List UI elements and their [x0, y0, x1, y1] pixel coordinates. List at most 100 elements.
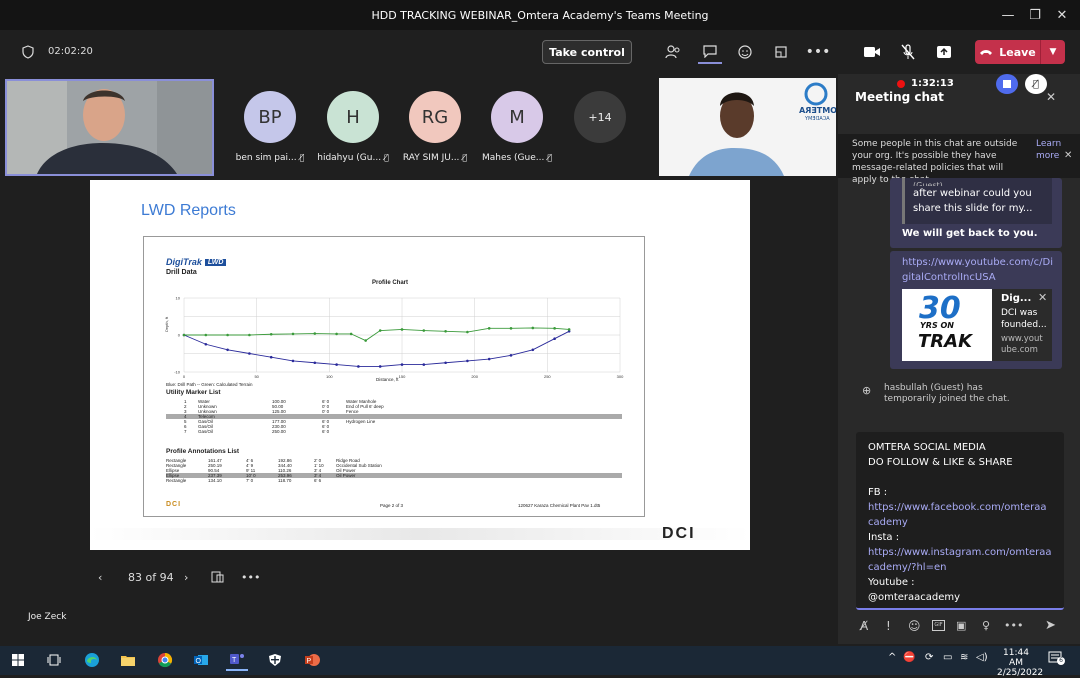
dci-footer-logo: DCI [166, 501, 182, 508]
participant-tile[interactable]: BP ben sim pai... 🎙̸ [225, 91, 315, 163]
preview-thumbnail: 30 YRS ON TRAK [902, 289, 992, 361]
more-options-icon[interactable]: ••• [806, 40, 831, 64]
task-view-icon[interactable] [43, 649, 65, 671]
edge-icon[interactable] [81, 649, 103, 671]
clock[interactable]: 11:44 AM 2/25/2022 [997, 648, 1043, 678]
slide-footer-band [90, 528, 750, 540]
x-tick-label: 0 [183, 374, 186, 379]
stop-recording-button[interactable] [996, 74, 1018, 94]
avatar: M [491, 91, 543, 143]
data-point [567, 328, 571, 331]
meeting-timer: 02:02:20 [48, 46, 93, 57]
participant-tile[interactable]: RG RAY SIM JU... 🎙̸ [390, 91, 480, 163]
people-icon[interactable] [661, 40, 685, 64]
more-participants-count: +14 [574, 91, 626, 143]
mic-muted-icon[interactable]: 🎙̸ [1025, 74, 1047, 94]
send-icon[interactable]: ➤ [1045, 618, 1056, 633]
data-point [487, 327, 491, 330]
notifications-icon[interactable]: 6 [1048, 651, 1065, 668]
participant-tile[interactable]: H hidahyu (Gu... 🎙̸ [308, 91, 398, 163]
recording-time: 1:32:13 [911, 78, 954, 89]
chat-message[interactable]: (Guest) after webinar could you share th… [890, 178, 1062, 248]
more-participants[interactable]: +14 [555, 91, 645, 143]
rooms-icon[interactable] [769, 40, 793, 64]
leave-button[interactable]: Leave ▼ [975, 40, 1065, 64]
y-tick-label: -10 [174, 370, 181, 375]
close-window-button[interactable]: ✕ [1044, 0, 1080, 30]
chat-compose-box[interactable]: OMTERA SOCIAL MEDIA DO FOLLOW & LIKE & S… [856, 432, 1064, 610]
tray-sync-icon[interactable]: ⟳ [925, 652, 933, 663]
share-screen-icon[interactable] [932, 40, 956, 64]
participant-tile[interactable]: M Mahes (Gue... 🎙̸ [472, 91, 562, 163]
learn-more-link[interactable]: Learn more [1036, 138, 1064, 162]
powerpoint-icon[interactable]: P [301, 649, 323, 671]
close-notice-icon[interactable]: ✕ [1064, 150, 1072, 161]
table-cell: 6' 6 [314, 478, 322, 483]
close-panel-icon[interactable]: ✕ [1046, 90, 1056, 104]
close-preview-icon[interactable]: ✕ [1038, 291, 1047, 304]
instagram-link[interactable]: https://www.instagram.com/omteraacademy/… [868, 545, 1052, 575]
data-point [204, 342, 208, 346]
previous-slide-button[interactable]: ‹ [98, 568, 102, 586]
mic-muted-icon[interactable] [896, 40, 920, 64]
link-preview-card[interactable]: 30 YRS ON TRAK Dig... DCI was founded...… [902, 289, 1052, 361]
chevron-down-icon[interactable]: ▼ [1041, 47, 1065, 57]
emoji-icon[interactable]: ☺ [908, 619, 921, 633]
shield-icon[interactable] [16, 40, 40, 64]
legend-note: Blue: Drill Path -- Green: Calculated Te… [166, 382, 253, 387]
youtube-link[interactable]: https://www.youtube.com/c/DigitalControl… [902, 255, 1054, 285]
take-control-button[interactable]: Take control [542, 40, 632, 64]
participant-name: ben sim pai... [235, 153, 297, 163]
data-point [378, 329, 382, 332]
gif-icon[interactable]: GIF [932, 620, 945, 631]
file-explorer-icon[interactable] [117, 649, 139, 671]
mic-muted-icon: 🎙̸ [299, 153, 305, 162]
tray-chevron-icon[interactable]: ^ [888, 652, 896, 663]
thumb-brand: TRAK [918, 331, 973, 352]
quoted-text: after webinar could you share this slide… [913, 188, 1033, 214]
reactions-icon[interactable] [733, 40, 757, 64]
data-point [531, 326, 535, 330]
next-slide-button[interactable]: › [184, 568, 188, 586]
presenter-name: Joe Zeck [28, 612, 67, 622]
format-icon[interactable]: A̸ [860, 619, 868, 633]
data-point [226, 348, 229, 352]
card-description: DCI was founded... [1001, 308, 1047, 330]
teams-icon[interactable]: T [226, 649, 248, 671]
important-icon[interactable]: ! [886, 619, 891, 633]
chat-icon[interactable] [698, 40, 722, 64]
windows-start-icon[interactable] [7, 649, 29, 671]
presenter-video [659, 78, 836, 176]
facebook-link[interactable]: https://www.facebook.com/omteraacademy [868, 500, 1052, 530]
x-tick-label: 50 [254, 374, 259, 379]
digitrak-logo: DigiTrak [166, 257, 202, 267]
series-line [183, 330, 570, 367]
compose-more-icon[interactable]: ••• [1004, 619, 1023, 632]
praise-icon[interactable]: ♀ [982, 619, 990, 632]
doc-page-number: Page 2 of 3 [380, 503, 404, 508]
svg-text:O: O [196, 658, 202, 665]
x-tick-label: 100 [326, 374, 333, 379]
lwd-badge: LWD [204, 258, 227, 266]
omtera-logo: OMTERA [799, 106, 836, 115]
system-message: hasbullah (Guest) has temporarily joined… [884, 383, 1010, 404]
avatar: H [327, 91, 379, 143]
dci-logo: DCI [662, 525, 696, 542]
wifi-icon[interactable]: ≋ [960, 652, 968, 663]
sticker-icon[interactable]: ▣ [956, 619, 966, 632]
tray-app-icon[interactable]: ⛔ [903, 652, 915, 663]
data-point [269, 332, 273, 336]
slide-grid-icon[interactable] [211, 568, 224, 586]
security-icon[interactable] [264, 649, 286, 671]
tray-battery-icon[interactable]: ▭ [943, 652, 952, 663]
data-point [487, 357, 491, 361]
camera-icon[interactable] [860, 40, 884, 64]
volume-icon[interactable]: ◁) [976, 652, 988, 663]
chat-message[interactable]: https://www.youtube.com/c/DigitalControl… [890, 251, 1062, 369]
chrome-icon[interactable] [154, 649, 176, 671]
mic-muted-icon: 🎙̸ [547, 153, 553, 162]
slide-more-options-icon[interactable]: ••• [241, 568, 260, 586]
avatar: RG [409, 91, 461, 143]
data-point [400, 328, 404, 331]
outlook-icon[interactable]: O [190, 649, 212, 671]
